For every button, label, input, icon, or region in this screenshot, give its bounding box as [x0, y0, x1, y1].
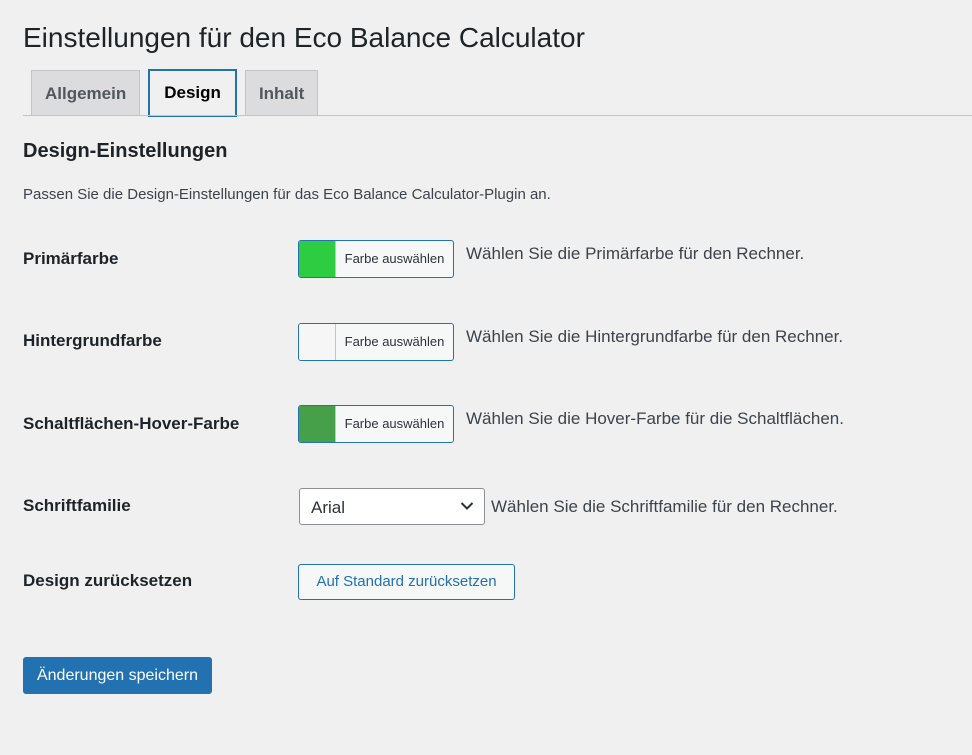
primary-color-button[interactable]: Farbe auswählen [298, 240, 454, 278]
font-family-description: Wählen Sie die Schriftfamilie für den Re… [491, 497, 838, 516]
reset-to-default-button[interactable]: Auf Standard zurücksetzen [298, 564, 515, 600]
background-color-swatch [299, 324, 336, 360]
primary-color-label: Primärfarbe [23, 249, 119, 268]
background-color-button-label: Farbe auswählen [344, 334, 445, 349]
tab-divider [23, 115, 972, 116]
chevron-down-icon [460, 502, 474, 510]
hover-color-swatch [299, 406, 336, 442]
background-color-label: Hintergrundfarbe [23, 331, 162, 350]
tab-design[interactable]: Design [148, 69, 237, 117]
section-title: Design-Einstellungen [23, 140, 228, 162]
tab-allgemein[interactable]: Allgemein [31, 70, 141, 116]
tab-inhalt[interactable]: Inhalt [244, 70, 319, 116]
primary-color-button-label: Farbe auswählen [344, 251, 445, 266]
background-color-description: Wählen Sie die Hintergrundfarbe für den … [466, 327, 844, 346]
settings-page: Einstellungen für den Eco Balance Calcul… [0, 0, 972, 755]
tab-bar: Allgemein Design Inhalt [23, 69, 326, 117]
primary-color-swatch [299, 241, 336, 277]
section-description: Passen Sie die Design-Einstellungen für … [23, 186, 551, 203]
hover-color-label: Schaltflächen-Hover-Farbe [23, 414, 240, 433]
font-family-label: Schriftfamilie [23, 496, 131, 515]
reset-design-label: Design zurücksetzen [23, 571, 193, 590]
font-family-selected-value: Arial [311, 498, 346, 517]
background-color-button[interactable]: Farbe auswählen [298, 323, 454, 361]
primary-color-description: Wählen Sie die Primärfarbe für den Rechn… [466, 244, 805, 263]
page-title: Einstellungen für den Eco Balance Calcul… [23, 22, 585, 53]
hover-color-button[interactable]: Farbe auswählen [298, 405, 454, 443]
hover-color-description: Wählen Sie die Hover-Farbe für die Schal… [466, 409, 844, 428]
hover-color-button-label: Farbe auswählen [344, 416, 445, 431]
font-family-select[interactable]: Arial [299, 488, 485, 525]
save-changes-button[interactable]: Änderungen speichern [23, 657, 212, 694]
